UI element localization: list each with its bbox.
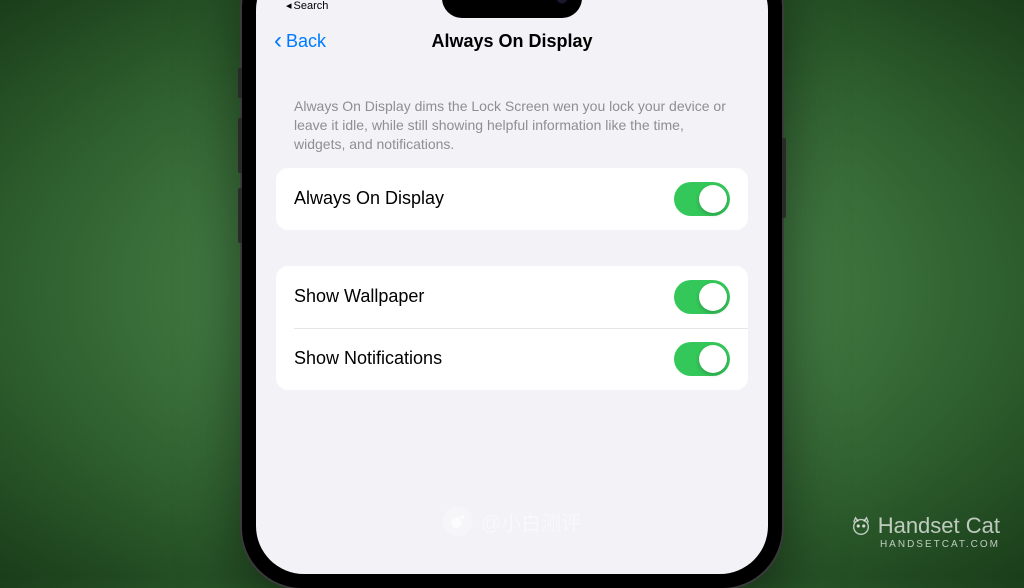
- row-label: Show Wallpaper: [294, 286, 424, 307]
- back-button-label: Back: [286, 31, 326, 52]
- settings-group-main: Always On Display: [276, 168, 748, 230]
- row-show-notifications: Show Notifications: [276, 328, 748, 390]
- volume-up-button: [238, 118, 242, 173]
- watermark-text: @小白测评: [481, 507, 581, 536]
- toggle-show-notifications[interactable]: [674, 342, 730, 376]
- weibo-icon: [443, 506, 473, 536]
- mute-switch: [238, 68, 242, 98]
- page-title: Always On Display: [431, 31, 592, 52]
- toggle-show-wallpaper[interactable]: [674, 280, 730, 314]
- watermark-brand: Handset Cat HANDSETCAT.COM: [850, 513, 1000, 550]
- chevron-left-icon: ‹: [274, 27, 282, 55]
- phone-frame: 1:57 ◂ Search 71 ‹: [242, 0, 782, 588]
- settings-description: Always On Display dims the Lock Screen w…: [276, 97, 748, 168]
- watermark-weibo: @小白测评: [443, 506, 581, 536]
- screen: 1:57 ◂ Search 71 ‹: [256, 0, 768, 574]
- volume-down-button: [238, 188, 242, 243]
- row-show-wallpaper: Show Wallpaper: [276, 266, 748, 328]
- back-button[interactable]: ‹ Back: [274, 27, 326, 55]
- row-label: Always On Display: [294, 188, 444, 209]
- cat-icon: [850, 515, 872, 537]
- breadcrumb-label: Search: [294, 0, 329, 12]
- settings-group-options: Show Wallpaper Show Notifications: [276, 266, 748, 390]
- brand-url: HANDSETCAT.COM: [850, 539, 1000, 550]
- row-always-on-display: Always On Display: [276, 168, 748, 230]
- brand-name: Handset Cat: [878, 513, 1000, 539]
- row-label: Show Notifications: [294, 348, 442, 369]
- breadcrumb[interactable]: ◂ Search: [286, 0, 330, 12]
- chevron-left-icon: ◂: [286, 0, 292, 12]
- toggle-always-on-display[interactable]: [674, 182, 730, 216]
- front-camera-icon: [556, 0, 568, 4]
- dynamic-island: [442, 0, 582, 18]
- nav-bar: ‹ Back Always On Display: [256, 17, 768, 69]
- power-button: [782, 138, 786, 218]
